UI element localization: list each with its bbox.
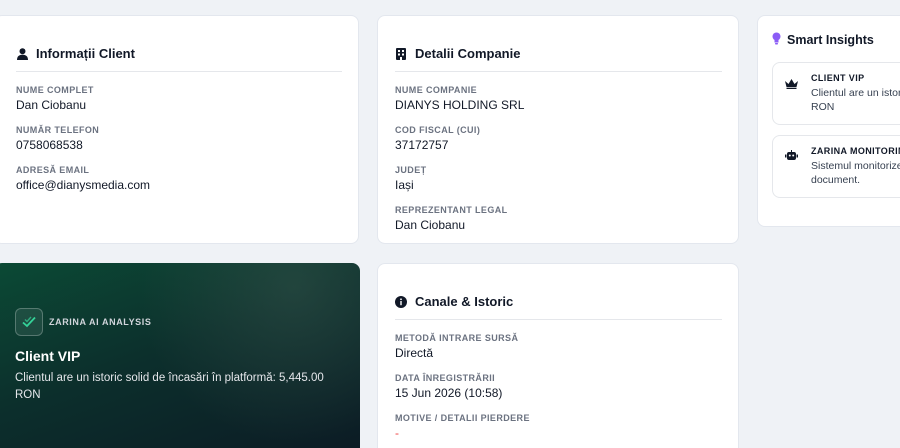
field-label-lost-reason: MOTIVE / DETALII PIERDERE [395, 413, 530, 423]
client-info-title: Informații Client [36, 46, 135, 61]
user-icon [16, 47, 28, 60]
robot-icon [785, 146, 799, 197]
info-icon [395, 295, 407, 308]
channels-history-card: Canale & Istoric METODĂ INTRARE SURSĂ Di… [377, 263, 739, 448]
client-info-card: Informații Client NUME COMPLET Dan Cioba… [0, 15, 359, 244]
client-info-header: Informații Client [16, 46, 342, 61]
field-label-phone: NUMĂR TELEFON [16, 125, 100, 135]
field-label-county: JUDEȚ [395, 165, 427, 175]
divider [16, 71, 342, 72]
zarina-analysis-text: Clientul are un istoric solid de încasăr… [15, 372, 324, 401]
field-label-cui: COD FISCAL (CUI) [395, 125, 481, 135]
insight-title: CLIENT VIP [811, 73, 865, 83]
divider [395, 71, 722, 72]
field-value-lost-reason: - [395, 426, 399, 440]
building-icon [395, 47, 407, 60]
zarina-analysis-title: Client VIP [15, 348, 81, 364]
field-label-source-method: METODĂ INTRARE SURSĂ [395, 333, 519, 343]
divider [395, 319, 722, 320]
field-value-cui: 37172757 [395, 138, 449, 152]
field-value-legal-rep: Dan Ciobanu [395, 218, 466, 232]
field-label-full-name: NUME COMPLET [16, 85, 94, 95]
field-label-email: ADRESĂ EMAIL [16, 165, 90, 175]
check-icon [15, 308, 43, 336]
field-value-phone[interactable]: 0758068538 [16, 138, 342, 152]
company-details-title: Detalii Companie [415, 46, 521, 61]
field-value-company-name: DIANYS HOLDING SRL [395, 98, 525, 112]
insight-title: ZARINA MONITORIN [811, 146, 900, 156]
insight-text-line: document. [811, 174, 861, 186]
smart-insights-title: Smart Insights [787, 33, 874, 47]
company-details-header: Detalii Companie [395, 46, 722, 61]
field-value-county: Iași [395, 178, 414, 192]
field-value-full-name: Dan Ciobanu [16, 98, 87, 112]
smart-insights-card: Smart Insights CLIENT VIP Clientul are u… [757, 15, 900, 227]
insight-text-line: Sistemul monitorizea [811, 160, 900, 172]
field-label-company-name: NUME COMPANIE [395, 85, 478, 95]
field-label-registration-date: DATA ÎNREGISTRĂRII [395, 373, 496, 383]
crown-icon [785, 73, 799, 124]
company-details-card: Detalii Companie NUME COMPANIE DIANYS HO… [377, 15, 739, 244]
channels-history-title: Canale & Istoric [415, 294, 514, 309]
zarina-analysis-tag: ZARINA AI ANALYSIS [49, 317, 152, 327]
insight-text-line: Clientul are un istori [811, 87, 900, 99]
field-value-email[interactable]: office@dianysmedia.com [16, 178, 342, 192]
insight-item-client-vip[interactable]: CLIENT VIP Clientul are un istori RON [772, 62, 900, 125]
zarina-ai-analysis-card: ZARINA AI ANALYSIS Client VIP Clientul a… [0, 263, 360, 448]
insight-item-zarina-monitoring[interactable]: ZARINA MONITORIN Sistemul monitorizea do… [772, 135, 900, 198]
smart-insights-header: Smart Insights [772, 32, 900, 48]
field-label-legal-rep: REPREZENTANT LEGAL [395, 205, 508, 215]
insight-text-line: RON [811, 101, 835, 113]
lightbulb-icon [772, 32, 781, 48]
field-value-source-method: Directă [395, 346, 434, 360]
field-value-registration-date: 15 Jun 2026 (10:58) [395, 386, 503, 400]
channels-history-header: Canale & Istoric [395, 294, 722, 309]
